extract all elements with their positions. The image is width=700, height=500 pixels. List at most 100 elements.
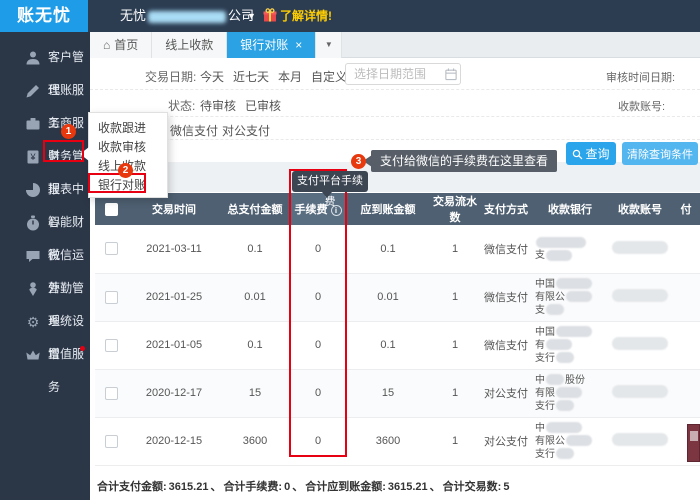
cell-total: 0.01 <box>220 273 290 321</box>
cell-net: 15 <box>346 369 430 417</box>
cell-account <box>608 417 672 465</box>
person-pin-icon <box>25 281 41 297</box>
redacted-account <box>612 433 668 446</box>
sidebar-item-wechat[interactable]: 微信运营 <box>0 239 90 272</box>
gear-icon: ⚙ <box>25 314 41 330</box>
tab-strip: ⌂首页 线上收款 银行对账× ▼ <box>90 32 700 58</box>
sidebar-item-business[interactable]: 工商服务 <box>0 107 90 140</box>
date-option-7days[interactable]: 近七天 <box>233 68 269 85</box>
search-button[interactable]: 查询 <box>566 142 616 165</box>
paytab-wechat[interactable]: 微信支付 <box>170 122 218 139</box>
col-header-count[interactable]: 交易流水数 <box>430 193 480 225</box>
status-option-audited[interactable]: 已审核 <box>245 97 281 114</box>
cell-bank: 中国 有 支行 <box>532 321 608 369</box>
date-option-today[interactable]: 今天 <box>200 68 224 85</box>
row-checkbox[interactable] <box>105 387 118 400</box>
person-icon <box>25 50 41 66</box>
submenu-collection-follow[interactable]: 收款跟进 <box>89 119 167 138</box>
annotation-step-3: 3 <box>351 154 366 169</box>
summary-count-value: 5 <box>503 481 509 493</box>
company-caret-icon[interactable]: ▼ <box>247 0 256 32</box>
company-name-prefix: 无忧 <box>120 8 146 23</box>
row-checkbox[interactable] <box>105 435 118 448</box>
search-icon <box>572 149 583 160</box>
cell-total: 0.1 <box>220 321 290 369</box>
table-row: 2020-12-17 15 0 15 1 对公支付 中股份 有限 支行 <box>95 369 700 417</box>
pie-chart-icon <box>25 182 41 198</box>
col-header-bank[interactable]: 收款银行 <box>532 193 608 225</box>
cell-method: 对公支付 <box>480 369 532 417</box>
cell-count: 1 <box>430 369 480 417</box>
date-option-custom[interactable]: 自定义 <box>311 68 347 85</box>
submenu-collection-audit[interactable]: 收款审核 <box>89 138 167 157</box>
redacted-text <box>556 448 574 459</box>
brand-logo: 账无忧 <box>0 0 88 32</box>
sidebar-item-customers[interactable]: 客户管理 <box>0 41 90 74</box>
cell-total: 0.1 <box>220 225 290 273</box>
submenu-bank-reconciliation[interactable]: 银行对账 <box>89 176 167 195</box>
sidebar-item-finance[interactable]: ¥ 财务管理 <box>0 140 90 173</box>
status-option-pending[interactable]: 待审核 <box>200 97 236 114</box>
date-option-month[interactable]: 本月 <box>278 68 302 85</box>
clear-button-label: 清除查询条件 <box>627 149 693 161</box>
table-row: 2020-12-15 3600 0 3600 1 对公支付 中 有限公 支行 <box>95 417 700 465</box>
tab-home[interactable]: ⌂首页 <box>90 32 152 58</box>
redacted-text <box>556 326 592 337</box>
summary-pay-value: 3615.21 <box>169 481 209 493</box>
cell-bank: 中 有限公 支行 <box>532 417 608 465</box>
redacted-account <box>612 337 668 350</box>
sidebar-item-field-work[interactable]: 外勤管理 <box>0 272 90 305</box>
cell-count: 1 <box>430 321 480 369</box>
close-tab-icon[interactable]: × <box>295 38 302 52</box>
sidebar-item-settings[interactable]: ⚙ 系统设置 <box>0 305 90 338</box>
tab-list-caret[interactable]: ▼ <box>316 32 342 58</box>
sidebar-item-bookkeeping[interactable]: 代账服务 <box>0 74 90 107</box>
calendar-icon[interactable] <box>445 67 457 81</box>
row-checkbox[interactable] <box>105 291 118 304</box>
col-header-fee[interactable]: 手续费i <box>290 193 346 225</box>
col-header-account[interactable]: 收款账号 <box>608 193 672 225</box>
company-name-redacted <box>148 11 226 23</box>
col-header-payer[interactable]: 付 <box>672 193 700 225</box>
cell-method: 对公支付 <box>480 417 532 465</box>
col-header-net[interactable]: 应到账金额 <box>346 193 430 225</box>
cell-date: 2020-12-17 <box>128 369 220 417</box>
summary-pay-label: 合计支付金额: <box>97 481 167 493</box>
col-header-method[interactable]: 支付方式 <box>480 193 532 225</box>
summary-fee-value: 0 <box>284 481 290 493</box>
promo-link[interactable]: 了解详情! <box>263 0 332 32</box>
cell-fee: 0 <box>290 321 346 369</box>
cell-net: 3600 <box>346 417 430 465</box>
date-range-input[interactable] <box>345 63 461 85</box>
cell-bank: 中股份 有限 支行 <box>532 369 608 417</box>
status-filter-label: 状态: <box>168 97 195 114</box>
redacted-text <box>556 278 592 289</box>
row-checkbox[interactable] <box>105 339 118 352</box>
company-selector[interactable]: 无忧公司 <box>120 0 254 32</box>
paytab-corporate[interactable]: 对公支付 <box>222 122 270 139</box>
cell-total: 3600 <box>220 417 290 465</box>
tab-online-collection[interactable]: 线上收款 <box>152 32 227 58</box>
tab-bank-reconciliation[interactable]: 银行对账× <box>227 32 316 58</box>
redacted-text <box>566 291 592 302</box>
clear-filters-button[interactable]: 清除查询条件 <box>622 142 698 165</box>
redacted-text <box>556 400 574 411</box>
annotation-step-2: 2 <box>118 163 133 178</box>
cell-payer <box>672 321 700 369</box>
row-checkbox[interactable] <box>105 242 118 255</box>
col-header-total[interactable]: 总支付金额 <box>220 193 290 225</box>
cell-net: 0.01 <box>346 273 430 321</box>
redacted-text <box>546 422 582 433</box>
cell-date: 2021-03-11 <box>128 225 220 273</box>
cell-date: 2021-01-05 <box>128 321 220 369</box>
sidebar-item-value-added[interactable]: 增值服务 <box>0 338 90 371</box>
receive-account-label: 收款账号: <box>618 98 665 114</box>
select-all-checkbox[interactable] <box>105 203 118 216</box>
cell-account <box>608 321 672 369</box>
cell-method: 微信支付 <box>480 225 532 273</box>
sidebar-item-smart-tax[interactable]: 智能财税 <box>0 206 90 239</box>
cell-payer <box>672 225 700 273</box>
cell-payer <box>672 273 700 321</box>
briefcase-icon <box>25 116 41 132</box>
sidebar-item-reports[interactable]: 报表中心 <box>0 173 90 206</box>
